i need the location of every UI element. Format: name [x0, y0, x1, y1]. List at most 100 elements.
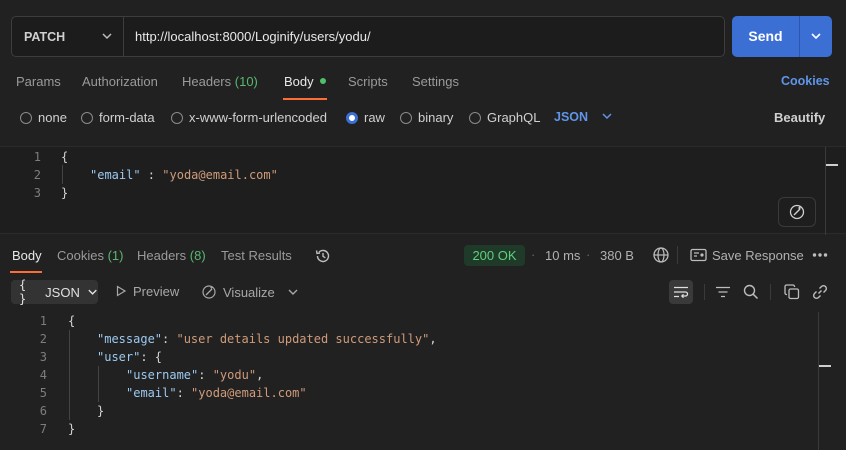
- line-number: 5: [39, 386, 47, 400]
- tab-headers-label: Headers: [182, 74, 232, 89]
- code-line: }: [97, 404, 105, 418]
- response-tab-headers[interactable]: Headers (8): [137, 248, 206, 263]
- response-tab-cookies-count: (1): [107, 248, 124, 263]
- beautify-button[interactable]: Beautify: [774, 110, 825, 125]
- active-tab-indicator: [283, 98, 327, 100]
- link-button[interactable]: [808, 280, 832, 304]
- toolbar-divider: [770, 284, 771, 300]
- magic-wand-icon: [789, 204, 805, 220]
- globe-icon[interactable]: [652, 246, 670, 264]
- scrollbar-thumb[interactable]: [826, 164, 838, 166]
- ai-assist-button[interactable]: [778, 197, 816, 227]
- meta-separator: ·: [586, 247, 591, 262]
- line-number: 3: [39, 350, 47, 364]
- response-tab-headers-count: (8): [189, 248, 206, 263]
- radio-raw[interactable]: raw: [346, 110, 385, 125]
- code-line: }: [68, 422, 76, 436]
- chevron-down-icon: [88, 289, 97, 295]
- json-key: "email": [126, 386, 177, 400]
- visualize-button[interactable]: Visualize: [201, 284, 275, 300]
- more-options-icon[interactable]: [812, 251, 828, 259]
- url-input[interactable]: http://localhost:8000/Loginify/users/yod…: [135, 17, 371, 56]
- tab-settings[interactable]: Settings: [412, 74, 459, 89]
- json-key: "username": [126, 368, 199, 382]
- json-key: "email": [90, 168, 141, 182]
- tab-scripts[interactable]: Scripts: [348, 74, 388, 89]
- cookies-link[interactable]: Cookies: [781, 74, 830, 88]
- radio-circle: [20, 112, 32, 124]
- body-format-select[interactable]: JSON: [554, 110, 614, 124]
- search-icon: [743, 284, 759, 300]
- response-tab-cookies-label: Cookies: [57, 248, 104, 263]
- indent-guide: [69, 330, 70, 420]
- radio-graphql[interactable]: GraphQL: [469, 110, 540, 125]
- radio-none-label: none: [38, 110, 67, 125]
- radio-circle: [171, 112, 183, 124]
- save-response-button[interactable]: Save Response: [690, 248, 804, 263]
- play-icon: [116, 285, 127, 297]
- chevron-down-icon[interactable]: [287, 286, 299, 298]
- tab-headers[interactable]: Headers (10): [182, 74, 258, 89]
- radio-urlencoded[interactable]: x-www-form-urlencoded: [171, 110, 327, 125]
- radio-circle: [81, 112, 93, 124]
- code-line: }: [61, 186, 69, 200]
- code-line: "email": "yoda@email.com": [126, 386, 307, 400]
- code-line: {: [68, 314, 76, 328]
- active-tab-indicator: [10, 271, 42, 273]
- code-line: "email" : "yoda@email.com": [90, 168, 278, 182]
- tab-body[interactable]: Body: [284, 74, 326, 89]
- method-label: PATCH: [24, 29, 66, 44]
- radio-form-data[interactable]: form-data: [81, 110, 155, 125]
- chevron-down-icon: [102, 33, 112, 40]
- json-value: "yoda@email.com": [162, 168, 278, 182]
- method-select[interactable]: PATCH: [12, 17, 124, 56]
- radio-form-data-label: form-data: [99, 110, 155, 125]
- line-number: 4: [39, 368, 47, 382]
- tab-params[interactable]: Params: [16, 74, 61, 89]
- wrap-lines-button[interactable]: [669, 280, 693, 304]
- code-line: {: [61, 150, 69, 164]
- chevron-down-icon: [602, 113, 612, 120]
- line-number: 3: [33, 186, 41, 200]
- meta-separator: ·: [531, 247, 536, 262]
- line-number: 1: [33, 150, 41, 164]
- response-format-select[interactable]: { } JSON: [11, 278, 98, 306]
- radio-binary[interactable]: binary: [400, 110, 453, 125]
- history-icon[interactable]: [314, 247, 332, 265]
- json-sep: :: [140, 168, 163, 182]
- radio-circle: [400, 112, 412, 124]
- scrollbar-thumb[interactable]: [819, 365, 831, 367]
- radio-none[interactable]: none: [20, 110, 67, 125]
- braces-icon: { }: [19, 278, 27, 306]
- code-line: "username": "yodu",: [126, 368, 264, 382]
- response-tab-cookies[interactable]: Cookies (1): [57, 248, 123, 263]
- radio-binary-label: binary: [418, 110, 454, 125]
- radio-urlencoded-label: x-www-form-urlencoded: [189, 110, 327, 125]
- radio-circle-selected: [346, 112, 358, 124]
- filter-button[interactable]: [711, 280, 735, 304]
- response-tab-test-results[interactable]: Test Results: [221, 248, 292, 263]
- chevron-down-icon[interactable]: [809, 29, 823, 43]
- copy-button[interactable]: [780, 280, 804, 304]
- response-time[interactable]: 10 ms: [545, 248, 580, 263]
- radio-raw-label: raw: [364, 110, 385, 125]
- response-body-viewer[interactable]: 1 { 2 "message": "user details updated s…: [0, 310, 846, 450]
- preview-button[interactable]: Preview: [115, 284, 179, 299]
- scrollbar-track[interactable]: [818, 312, 819, 450]
- tab-headers-count: (10): [234, 74, 258, 89]
- code-line: "message": "user details updated success…: [97, 332, 437, 346]
- response-size[interactable]: 380 B: [600, 248, 634, 263]
- scrollbar-track[interactable]: [825, 147, 826, 235]
- json-value: "yodu": [212, 368, 257, 382]
- send-button[interactable]: Send: [732, 16, 832, 57]
- response-tab-body[interactable]: Body: [12, 248, 42, 263]
- line-number: 1: [39, 314, 47, 328]
- request-body-editor[interactable]: 1 { 2 "email" : "yoda@email.com" 3 }: [0, 146, 846, 235]
- json-value: "user details updated successfully": [176, 332, 430, 346]
- line-number: 2: [39, 332, 47, 346]
- radio-circle: [469, 112, 481, 124]
- tab-authorization[interactable]: Authorization: [82, 74, 158, 89]
- search-button[interactable]: [739, 280, 763, 304]
- status-badge[interactable]: 200 OK: [464, 245, 525, 266]
- body-type-row: none form-data x-www-form-urlencoded raw…: [0, 110, 846, 126]
